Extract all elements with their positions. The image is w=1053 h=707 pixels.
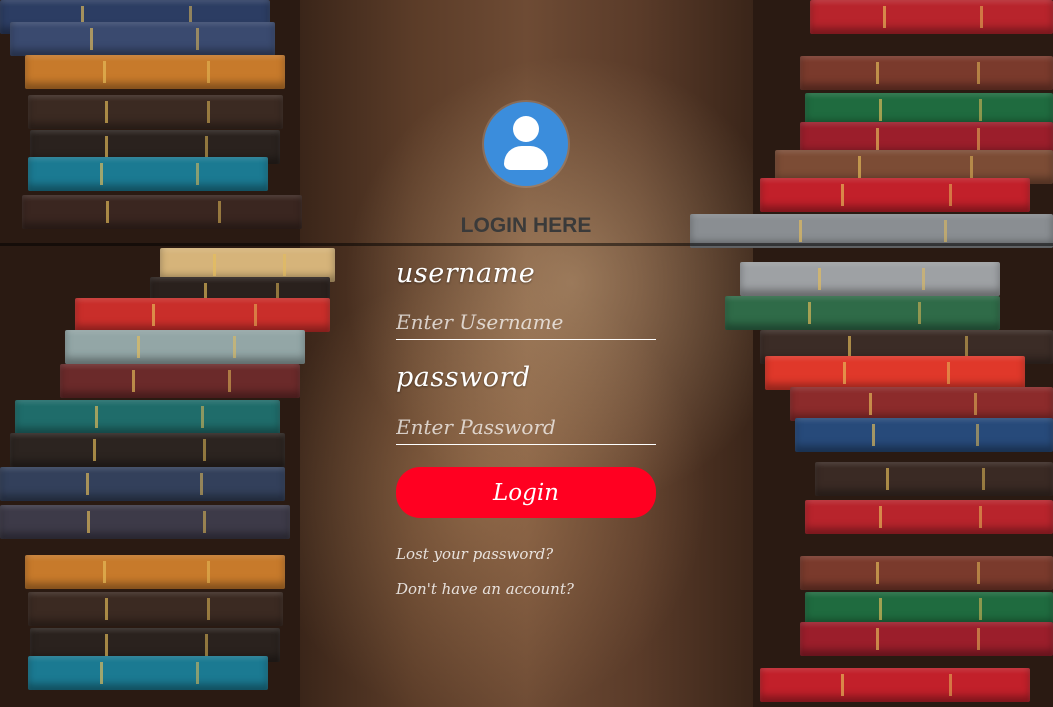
book-spine	[815, 462, 1053, 496]
username-label: username	[396, 258, 536, 289]
book-spine	[790, 387, 1053, 421]
book-spine	[15, 400, 280, 434]
forgot-password-link[interactable]: Lost your password?	[396, 545, 553, 563]
book-spine	[65, 330, 305, 364]
book-spine	[800, 556, 1053, 590]
book-spine	[0, 505, 290, 539]
login-button[interactable]: Login	[396, 467, 656, 518]
password-label: password	[396, 362, 531, 393]
book-spine	[805, 500, 1053, 534]
book-spine	[28, 95, 283, 129]
signup-link[interactable]: Don't have an account?	[396, 580, 574, 598]
book-spine	[10, 433, 285, 467]
username-input[interactable]	[396, 305, 656, 340]
book-spine	[28, 592, 283, 626]
book-spine	[760, 668, 1030, 702]
book-spine	[740, 262, 1000, 296]
book-spine	[28, 157, 268, 191]
book-spine	[0, 467, 285, 501]
book-spine	[725, 296, 1000, 330]
user-avatar-icon	[484, 102, 568, 186]
avatar-head	[513, 116, 539, 142]
book-spine	[765, 356, 1025, 390]
book-spine	[25, 55, 285, 89]
book-spine	[760, 178, 1030, 212]
book-spine	[800, 56, 1053, 90]
book-spine	[810, 0, 1053, 34]
book-spine	[25, 555, 285, 589]
book-spine	[75, 298, 330, 332]
shelf-divider	[0, 243, 1053, 246]
book-spine	[10, 22, 275, 56]
book-spine	[60, 364, 300, 398]
login-title: LOGIN HERE	[460, 214, 592, 237]
book-spine	[805, 592, 1053, 626]
avatar-body	[504, 146, 548, 170]
password-input[interactable]	[396, 410, 656, 445]
book-spine	[800, 622, 1053, 656]
book-spine	[795, 418, 1053, 452]
book-spine	[28, 656, 268, 690]
book-spine	[22, 195, 302, 229]
